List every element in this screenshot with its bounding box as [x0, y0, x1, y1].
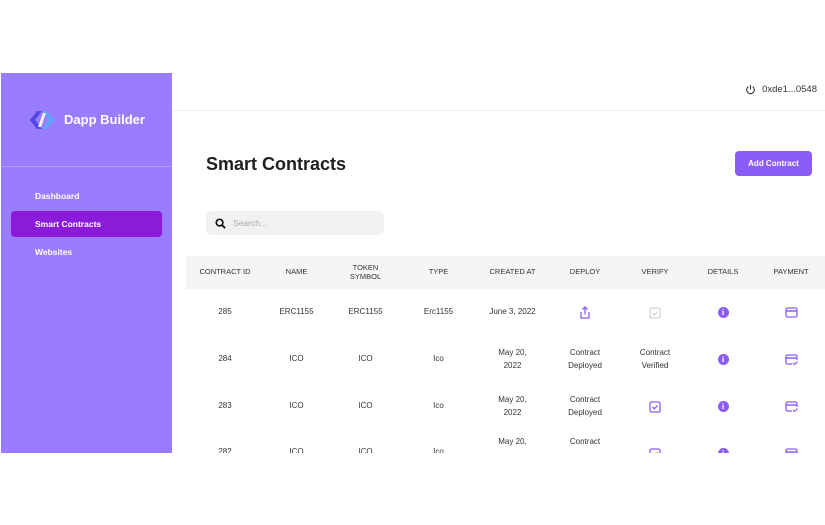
sidebar: Dapp Builder Dashboard Smart Contracts W…	[1, 73, 172, 453]
sidebar-item-dashboard[interactable]: Dashboard	[11, 183, 162, 209]
checkbox-checked-icon[interactable]	[649, 400, 661, 413]
cell-created-at: June 3, 2022	[489, 307, 536, 317]
wallet-address: 0xde1...0548	[762, 84, 817, 95]
cell-deploy	[550, 306, 620, 319]
cell-verify	[620, 436, 690, 453]
main-content: Smart Contracts Add Contract CONTRACT ID…	[172, 111, 825, 453]
header-name: NAME	[285, 267, 308, 277]
table-header: CONTRACT ID NAME TOKEN SYMBOL TYPE CREAT…	[186, 256, 825, 289]
cell-details: i	[690, 436, 756, 453]
cell-contract-id: 283	[218, 401, 232, 411]
cell-token-symbol: ERC1155	[348, 307, 383, 317]
cell-verify	[620, 307, 690, 319]
wallet-button[interactable]: 0xde1...0548	[745, 84, 817, 95]
info-icon[interactable]: i	[717, 307, 729, 318]
cell-verify-status: Contract Verified	[639, 347, 671, 370]
sidebar-item-websites[interactable]: Websites	[11, 239, 162, 265]
cell-token-symbol: ICO	[358, 354, 373, 364]
header-payment: PAYMENT	[773, 267, 809, 277]
cell-name: ERC1155	[279, 307, 314, 317]
cell-details: i	[690, 401, 756, 412]
cell-type: Ico	[433, 354, 444, 364]
dapp-logo-icon	[28, 109, 56, 131]
table-row: 284 ICO ICO Ico May 20, 2022 Contract De…	[186, 336, 825, 383]
cell-deploy-status: Contract	[569, 437, 601, 446]
cell-payment	[756, 353, 825, 366]
cell-contract-id: 284	[218, 354, 232, 364]
cell-deploy-status: Contract Deployed	[568, 394, 602, 417]
cell-type: Erc1155	[423, 307, 454, 317]
cell-verify	[620, 400, 690, 413]
header-created-at: CREATED AT	[489, 267, 536, 277]
card-check-icon[interactable]	[784, 400, 798, 413]
cell-created-at: May 20, 2022	[498, 347, 527, 370]
app-window: Dapp Builder Dashboard Smart Contracts W…	[1, 73, 825, 453]
table-row: 282 ICO ICO Ico May 20, Contract i	[186, 430, 825, 453]
cell-contract-id: 282	[218, 447, 232, 453]
cell-name: ICO	[289, 401, 304, 411]
header-type: TYPE	[428, 267, 449, 277]
page-title: Smart Contracts	[206, 154, 347, 174]
cell-payment	[756, 436, 825, 453]
checkbox-checked-icon[interactable]	[649, 448, 661, 453]
upload-icon[interactable]	[579, 306, 591, 319]
cell-payment	[756, 400, 825, 413]
search-icon	[215, 217, 226, 229]
add-contract-button[interactable]: Add Contract	[735, 151, 812, 176]
cell-details: i	[690, 307, 756, 318]
cell-token-symbol: ICO	[358, 447, 373, 453]
header-verify: VERIFY	[641, 267, 669, 277]
sidebar-nav: Dashboard Smart Contracts Websites	[1, 181, 172, 267]
header-details: DETAILS	[707, 267, 739, 277]
table-row: 283 ICO ICO Ico May 20, 2022 Contract De…	[186, 383, 825, 430]
header-contract-id: CONTRACT ID	[199, 267, 251, 277]
power-icon	[745, 84, 756, 95]
cell-payment	[756, 307, 825, 318]
topbar: 0xde1...0548	[172, 73, 825, 111]
search-box[interactable]	[206, 211, 384, 235]
credit-card-icon[interactable]	[784, 448, 798, 453]
header-token-symbol: TOKEN SYMBOL	[349, 263, 382, 281]
checkbox-disabled-icon	[649, 307, 661, 319]
brand[interactable]: Dapp Builder	[1, 73, 172, 167]
cell-contract-id: 285	[218, 307, 232, 317]
sidebar-item-smart-contracts[interactable]: Smart Contracts	[11, 211, 162, 237]
credit-card-icon[interactable]	[784, 307, 798, 318]
cell-type: Ico	[433, 401, 444, 411]
header-deploy: DEPLOY	[569, 267, 601, 277]
info-icon[interactable]: i	[717, 448, 729, 453]
cell-created-at: May 20, 2022	[498, 394, 527, 417]
cell-deploy-status: Contract Deployed	[568, 347, 602, 370]
card-check-icon[interactable]	[784, 353, 798, 366]
table-row: 285 ERC1155 ERC1155 Erc1155 June 3, 2022	[186, 289, 825, 336]
brand-name: Dapp Builder	[64, 112, 145, 127]
cell-token-symbol: ICO	[358, 401, 373, 411]
search-input[interactable]	[233, 218, 373, 228]
contracts-table: CONTRACT ID NAME TOKEN SYMBOL TYPE CREAT…	[186, 256, 825, 453]
info-icon[interactable]: i	[717, 354, 729, 365]
info-icon[interactable]: i	[717, 401, 729, 412]
cell-name: ICO	[289, 447, 304, 453]
cell-details: i	[690, 354, 756, 365]
cell-created-at: May 20,	[498, 437, 527, 446]
cell-type: Ico	[433, 447, 444, 453]
cell-name: ICO	[289, 354, 304, 364]
